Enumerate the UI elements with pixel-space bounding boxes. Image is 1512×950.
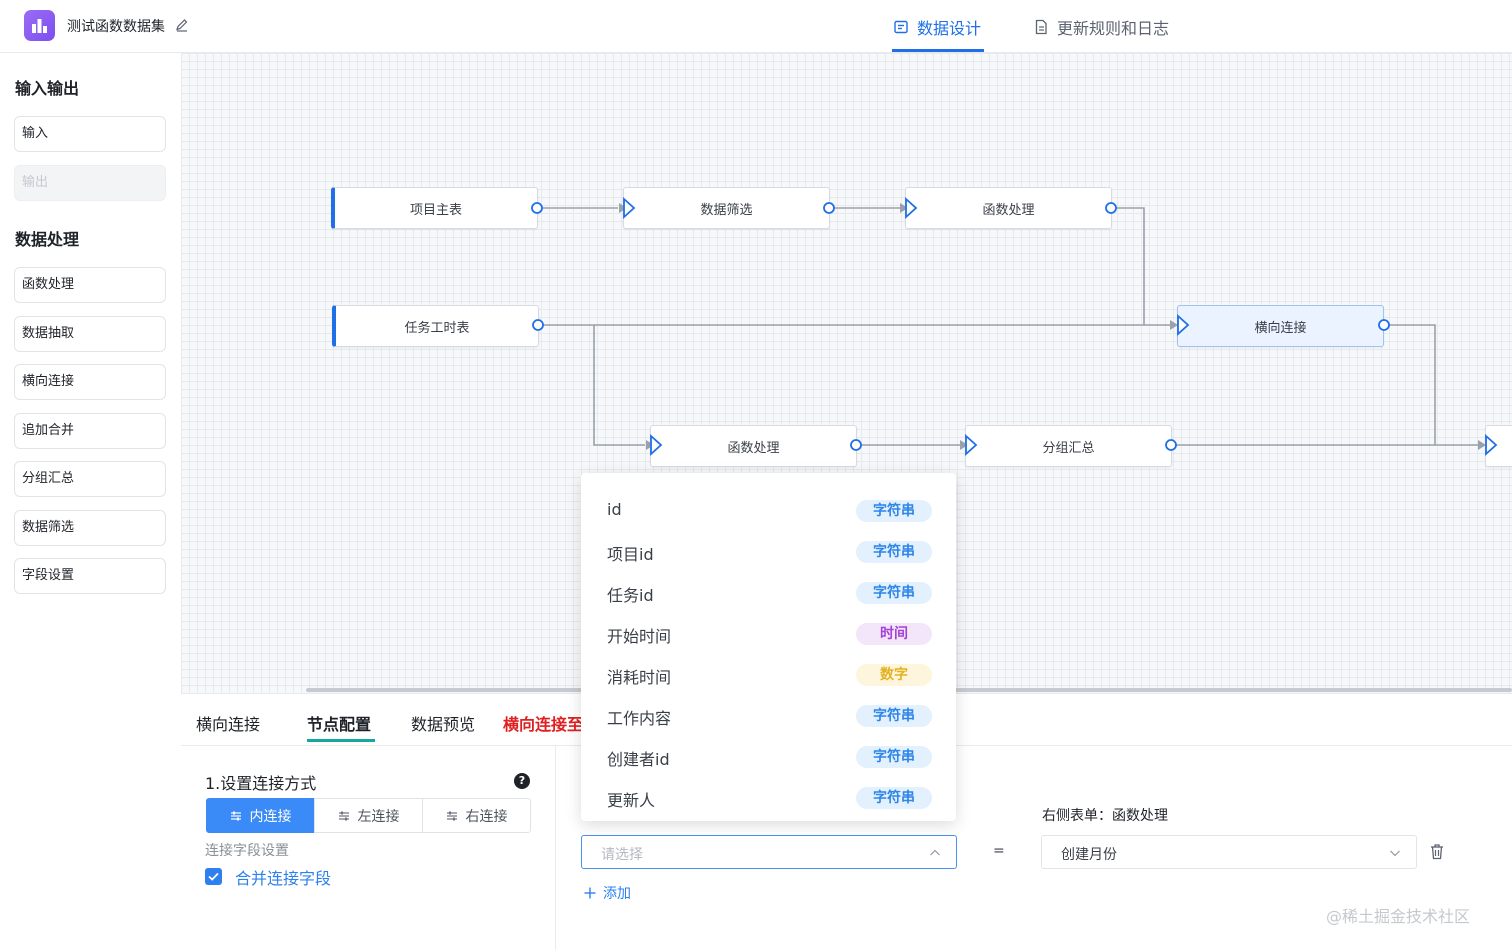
type-badge: 字符串 — [856, 787, 932, 809]
sliders-icon — [338, 811, 349, 820]
equals-sign: = — [993, 843, 1005, 859]
chevron-up-icon — [930, 849, 940, 856]
active-bottom-tab-indicator — [307, 739, 375, 742]
merge-fields-label[interactable]: 合并连接字段 — [235, 865, 331, 889]
type-badge: 时间 — [856, 623, 932, 645]
dropdown-option[interactable]: 项目id 字符串 — [581, 531, 956, 572]
dropdown-option[interactable]: 任务id 字符串 — [581, 572, 956, 613]
option-name: 工作内容 — [607, 709, 672, 728]
watermark: @稀土掘金技术社区 — [1326, 907, 1471, 926]
dropdown-option[interactable]: 工作内容 字符串 — [581, 695, 956, 736]
option-name: 更新人 — [607, 791, 656, 810]
plus-icon — [584, 887, 596, 899]
join-mode-inner-label: 内连接 — [249, 808, 292, 825]
chevron-down-icon — [1390, 850, 1400, 857]
join-mode-inner[interactable]: 内连接 — [206, 798, 315, 833]
type-badge: 字符串 — [856, 705, 932, 727]
type-badge: 字符串 — [856, 541, 932, 563]
option-name: 消耗时间 — [607, 668, 672, 687]
join-mode-title: 1.设置连接方式 — [205, 774, 317, 793]
dropdown-option[interactable]: 更新人 字符串 — [581, 777, 956, 818]
dropdown-option[interactable]: 消耗时间 数字 — [581, 654, 956, 695]
merge-fields-checkbox[interactable] — [205, 868, 222, 885]
right-field-select[interactable]: 创建月份 — [1041, 835, 1417, 869]
option-name: 创建者id — [607, 750, 670, 769]
join-mode-right[interactable]: 右连接 — [422, 798, 531, 833]
add-condition-button[interactable]: 添加 — [583, 883, 631, 903]
option-name: 任务id — [607, 586, 654, 605]
left-field-select[interactable]: 请选择 — [581, 835, 957, 869]
sliders-icon — [446, 811, 457, 820]
right-form-label: 右侧表单：函数处理 — [1042, 808, 1168, 824]
join-mode-left[interactable]: 左连接 — [314, 798, 423, 833]
right-field-value: 创建月份 — [1061, 847, 1117, 863]
join-mode-left-label: 左连接 — [357, 808, 400, 825]
add-condition-label: 添加 — [603, 886, 631, 902]
option-name: 项目id — [607, 545, 654, 564]
tab-horizontal-join[interactable]: 横向连接 — [196, 711, 260, 735]
type-badge: 字符串 — [856, 582, 932, 604]
dropdown-option[interactable]: id 字符串 — [581, 490, 956, 531]
type-badge: 字符串 — [856, 500, 932, 522]
join-field-settings-label: 连接字段设置 — [205, 843, 289, 859]
help-icon[interactable]: ? — [514, 773, 530, 789]
left-field-placeholder: 请选择 — [601, 847, 643, 863]
option-name: id — [607, 500, 622, 519]
join-mode-right-label: 右连接 — [465, 808, 508, 825]
tab-data-preview[interactable]: 数据预览 — [411, 711, 475, 735]
sliders-icon — [230, 811, 241, 820]
dropdown-option[interactable]: 开始时间 时间 — [581, 613, 956, 654]
option-name: 开始时间 — [607, 627, 672, 646]
tab-node-config[interactable]: 节点配置 — [307, 711, 371, 735]
type-badge: 数字 — [856, 664, 932, 686]
dropdown-option[interactable]: 创建者id 字符串 — [581, 736, 956, 777]
check-icon — [208, 872, 219, 881]
delete-icon[interactable] — [1429, 843, 1445, 860]
tab-join-to[interactable]: 横向连接至 — [503, 711, 583, 735]
type-badge: 字符串 — [856, 746, 932, 768]
section-divider — [555, 746, 556, 950]
field-dropdown: id 字符串 项目id 字符串 任务id 字符串 开始时间 时间 消耗时间 数字… — [581, 473, 956, 821]
